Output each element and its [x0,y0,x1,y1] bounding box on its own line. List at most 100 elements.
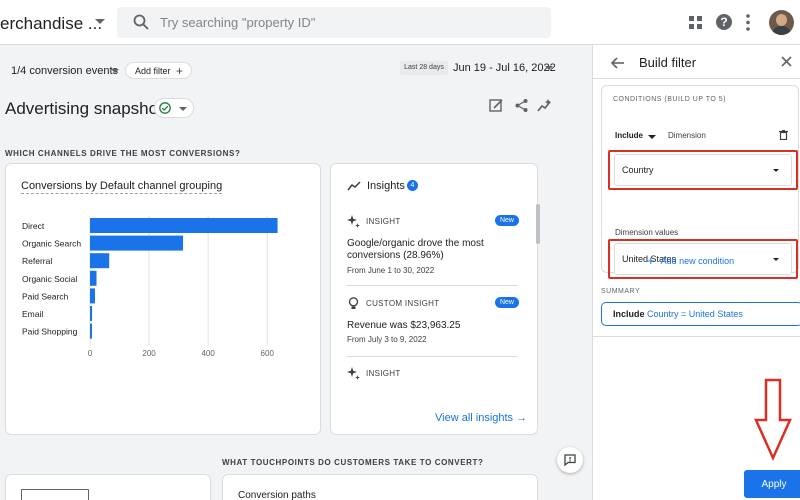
card-title: Conversion paths [238,490,316,500]
dimension-select[interactable]: Country [614,154,792,186]
dimension-values-label: Dimension values [615,228,679,237]
bar[interactable] [90,323,92,339]
lightbulb-icon [348,297,359,309]
bar[interactable] [90,253,110,269]
dropdown-arrow-icon [773,258,779,261]
category-label: Referral [22,256,52,266]
status-chip[interactable] [154,98,194,118]
divider [593,336,800,337]
x-tick-label: 200 [142,349,156,358]
sparkle-icon [347,367,360,380]
bottom-card-left [5,474,211,500]
insight-date: From July 3 to 9, 2022 [347,335,427,344]
conversion-events-selector[interactable]: 1/4 conversion events [11,65,118,77]
category-label: Paid Shopping [22,327,78,337]
search-input[interactable]: Try searching "property ID" [160,15,315,30]
insight-label: INSIGHT [366,369,401,378]
trend-icon [347,181,361,191]
x-tick-label: 0 [88,349,93,358]
add-filter-label: Add filter [135,65,171,76]
category-label: Direct [22,221,45,231]
bar[interactable] [90,288,96,304]
add-new-condition-button[interactable]: + Add new condition [647,253,734,268]
date-range-picker[interactable]: Jun 19 - Jul 16, 2022 [453,62,556,74]
insights-trend-icon[interactable] [537,98,552,113]
insights-count-badge: 4 [407,180,418,191]
chevron-down-icon[interactable] [545,66,553,70]
chevron-down-icon [179,107,187,111]
view-all-insights-link[interactable]: View all insights → [435,412,527,424]
bar[interactable] [90,270,97,286]
chevron-down-icon[interactable] [648,135,656,139]
new-badge: New [495,215,519,226]
more-vert-icon[interactable] [746,14,750,31]
summary-heading: SUMMARY [601,288,641,295]
annotation-arrow-down-icon [754,378,792,462]
edit-report-icon[interactable] [489,98,504,113]
avatar-body [772,26,791,35]
category-label: Paid Search [22,291,69,301]
include-selector[interactable]: Include [615,131,643,140]
summary-include: Include [613,309,645,319]
avatar[interactable] [769,10,794,35]
category-label: Organic Search [22,239,81,249]
category-label: Organic Social [22,274,77,284]
insight-label: CUSTOM INSIGHT [366,299,440,308]
bar[interactable] [90,235,184,251]
preview-icon [21,489,89,500]
feedback-icon [564,454,576,466]
insight-text[interactable]: Google/organic drove the most conversion… [347,238,507,262]
share-icon[interactable] [514,98,529,113]
property-selector[interactable]: erchandise ... [0,14,102,34]
close-icon[interactable] [781,56,792,67]
bar[interactable] [90,218,278,233]
sparkle-icon [347,215,360,228]
insights-title: Insights [367,180,405,192]
conversions-card: Conversions by Default channel grouping … [5,163,321,435]
conditions-box: CONDITIONS (BUILD UP TO 5) Include Dimen… [601,85,799,279]
apply-button[interactable]: Apply [744,470,800,498]
search-icon [133,14,149,30]
add-filter-button[interactable]: Add filter + [125,62,192,79]
insight-date: From June 1 to 30, 2022 [347,266,435,275]
check-circle-icon [159,102,171,114]
insight-text[interactable]: Revenue was $23,963.25 [347,320,507,332]
avatar-face [776,14,787,26]
insight-label: INSIGHT [366,217,401,226]
insights-card: Insights 4 INSIGHT New Google/organic dr… [330,163,540,435]
dimension-select-value: Country [622,165,654,175]
date-badge: Last 28 days [400,61,448,75]
search-bar[interactable]: Try searching "property ID" [117,7,551,38]
divider [593,78,800,79]
x-tick-label: 400 [201,349,215,358]
plus-icon: + [175,64,183,78]
dropdown-arrow-icon [773,169,779,172]
section-heading-touchpoints: WHAT TOUCHPOINTS DO CUSTOMERS TAKE TO CO… [222,458,484,467]
section-heading-channels: WHICH CHANNELS DRIVE THE MOST CONVERSION… [5,149,241,158]
bar-chart: 0 200 400 600 Direct Organic Search Referral Or… [22,216,278,358]
page-title: Advertising snapshot [5,99,163,118]
conditions-heading: CONDITIONS (BUILD UP TO 5) [613,96,726,103]
bar[interactable] [90,306,93,321]
divider [346,356,518,357]
feedback-button[interactable] [557,447,583,473]
plus-icon: + [647,253,655,268]
panel-title: Build filter [639,55,697,70]
filter-summary: Include Country = United States [601,302,800,326]
category-label: Email [22,309,43,319]
delete-icon[interactable] [779,130,788,140]
chevron-down-icon[interactable] [111,69,119,73]
scrollbar[interactable] [536,204,540,244]
conversion-paths-card: Conversion paths [222,474,538,500]
add-new-condition-label: Add new condition [660,256,735,266]
help-icon[interactable]: ? [716,14,732,30]
chevron-down-icon[interactable] [95,19,105,24]
divider [346,285,518,286]
x-tick-label: 600 [261,349,275,358]
new-badge: New [495,297,519,308]
arrow-back-icon[interactable] [611,57,624,69]
dimension-label: Dimension [668,131,706,140]
apps-grid-icon[interactable] [689,16,702,29]
top-bar: erchandise ... Try searching "property I… [0,0,800,45]
summary-condition: Country = United States [647,309,743,319]
